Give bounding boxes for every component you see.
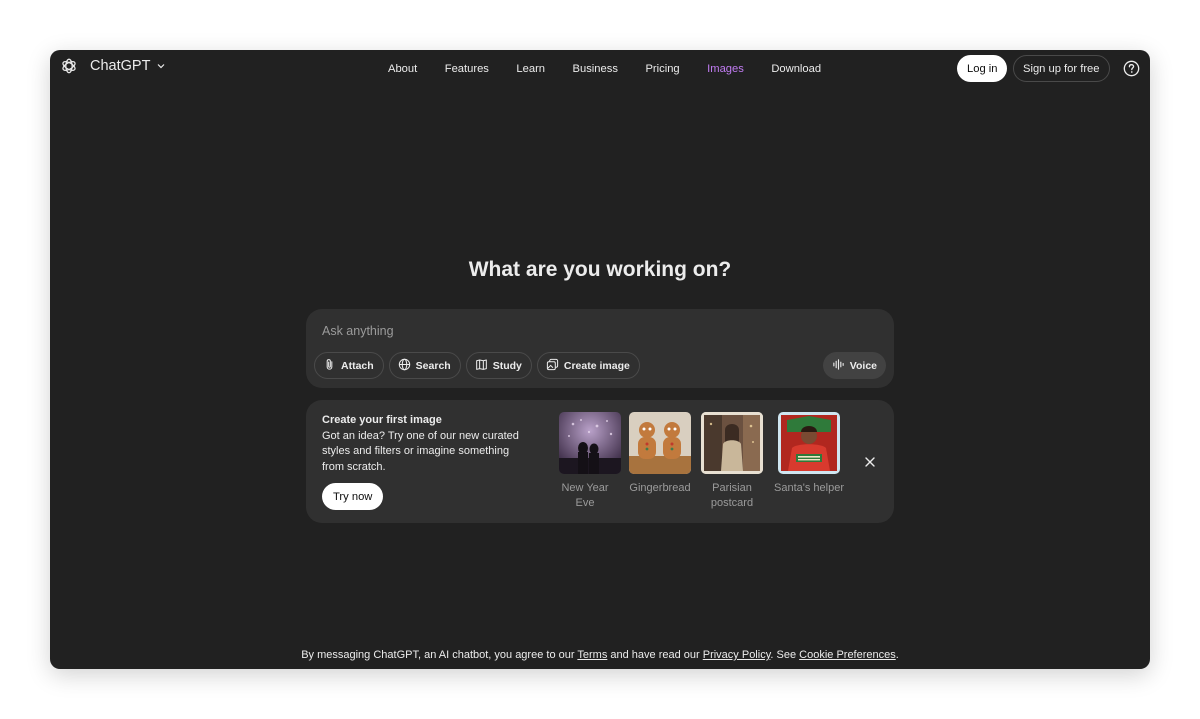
nav-business[interactable]: Business bbox=[573, 62, 618, 76]
composer-tools: Attach Search Study Create image bbox=[314, 352, 640, 379]
login-button[interactable]: Log in bbox=[957, 55, 1008, 82]
top-header: ChatGPT About Features Learn Business Pr… bbox=[50, 50, 1150, 88]
gingerbread-thumbnail bbox=[629, 412, 691, 474]
voice-label: Voice bbox=[849, 359, 877, 372]
app-window: ChatGPT About Features Learn Business Pr… bbox=[50, 50, 1150, 669]
paperclip-icon bbox=[323, 358, 336, 374]
create-image-label: Create image bbox=[563, 359, 630, 372]
prompt-composer: Attach Search Study Create image bbox=[306, 309, 894, 388]
style-label: Parisian postcard bbox=[710, 482, 754, 509]
try-now-button[interactable]: Try now bbox=[322, 483, 384, 510]
waveform-icon bbox=[832, 358, 845, 374]
nav-download[interactable]: Download bbox=[771, 62, 821, 76]
image-stack-icon bbox=[546, 358, 559, 374]
globe-icon bbox=[398, 358, 411, 374]
nav-images[interactable]: Images bbox=[707, 62, 744, 76]
santas-helper-thumbnail bbox=[778, 412, 840, 474]
terms-link[interactable]: Terms bbox=[577, 649, 607, 661]
search-button[interactable]: Search bbox=[388, 352, 461, 379]
style-label: Gingerbread bbox=[629, 482, 691, 494]
parisian-postcard-thumbnail bbox=[701, 412, 763, 474]
style-label: New Year Eve bbox=[561, 482, 609, 509]
voice-button[interactable]: Voice bbox=[822, 352, 886, 379]
brand-name: ChatGPT bbox=[90, 58, 151, 74]
openai-logo-icon bbox=[60, 57, 78, 75]
attach-button[interactable]: Attach bbox=[314, 352, 384, 379]
prompt-input[interactable] bbox=[322, 323, 802, 339]
attach-label: Attach bbox=[341, 359, 374, 372]
privacy-policy-link[interactable]: Privacy Policy bbox=[703, 649, 771, 661]
book-icon bbox=[475, 358, 488, 374]
create-image-button[interactable]: Create image bbox=[536, 352, 640, 379]
close-icon[interactable] bbox=[863, 455, 877, 469]
cookie-preferences-link[interactable]: Cookie Preferences bbox=[799, 649, 896, 661]
style-label: Santa's helper bbox=[774, 482, 844, 494]
legal-footer: By messaging ChatGPT, an AI chatbot, you… bbox=[50, 649, 1150, 661]
footer-middle: and have read our bbox=[607, 649, 703, 661]
nav-pricing[interactable]: Pricing bbox=[645, 62, 679, 76]
nav-learn[interactable]: Learn bbox=[516, 62, 545, 76]
study-label: Study bbox=[492, 359, 522, 372]
style-gallery: New Year Eve Gingerbread Parisian postca… bbox=[554, 412, 849, 512]
model-switcher[interactable]: ChatGPT bbox=[60, 57, 166, 75]
search-label: Search bbox=[415, 359, 451, 372]
chevron-down-icon bbox=[156, 61, 166, 71]
footer-prefix: By messaging ChatGPT, an AI chatbot, you… bbox=[301, 649, 578, 661]
promo-body: Got an idea? Try one of our new curated … bbox=[322, 430, 519, 473]
help-icon[interactable] bbox=[1123, 60, 1140, 77]
study-button[interactable]: Study bbox=[465, 352, 532, 379]
promo-title: Create your first image bbox=[322, 414, 442, 426]
footer-end: . bbox=[895, 649, 899, 661]
footer-see: . See bbox=[770, 649, 800, 661]
nav-about[interactable]: About bbox=[388, 62, 417, 76]
signup-button[interactable]: Sign up for free bbox=[1013, 55, 1110, 82]
nav-features[interactable]: Features bbox=[445, 62, 489, 76]
fireworks-couple-thumbnail bbox=[559, 412, 621, 474]
page-headline: What are you working on? bbox=[468, 258, 732, 281]
top-nav: About Features Learn Business Pricing Im… bbox=[388, 62, 849, 76]
image-promo-card: Create your first image Got an idea? Try… bbox=[306, 400, 894, 523]
